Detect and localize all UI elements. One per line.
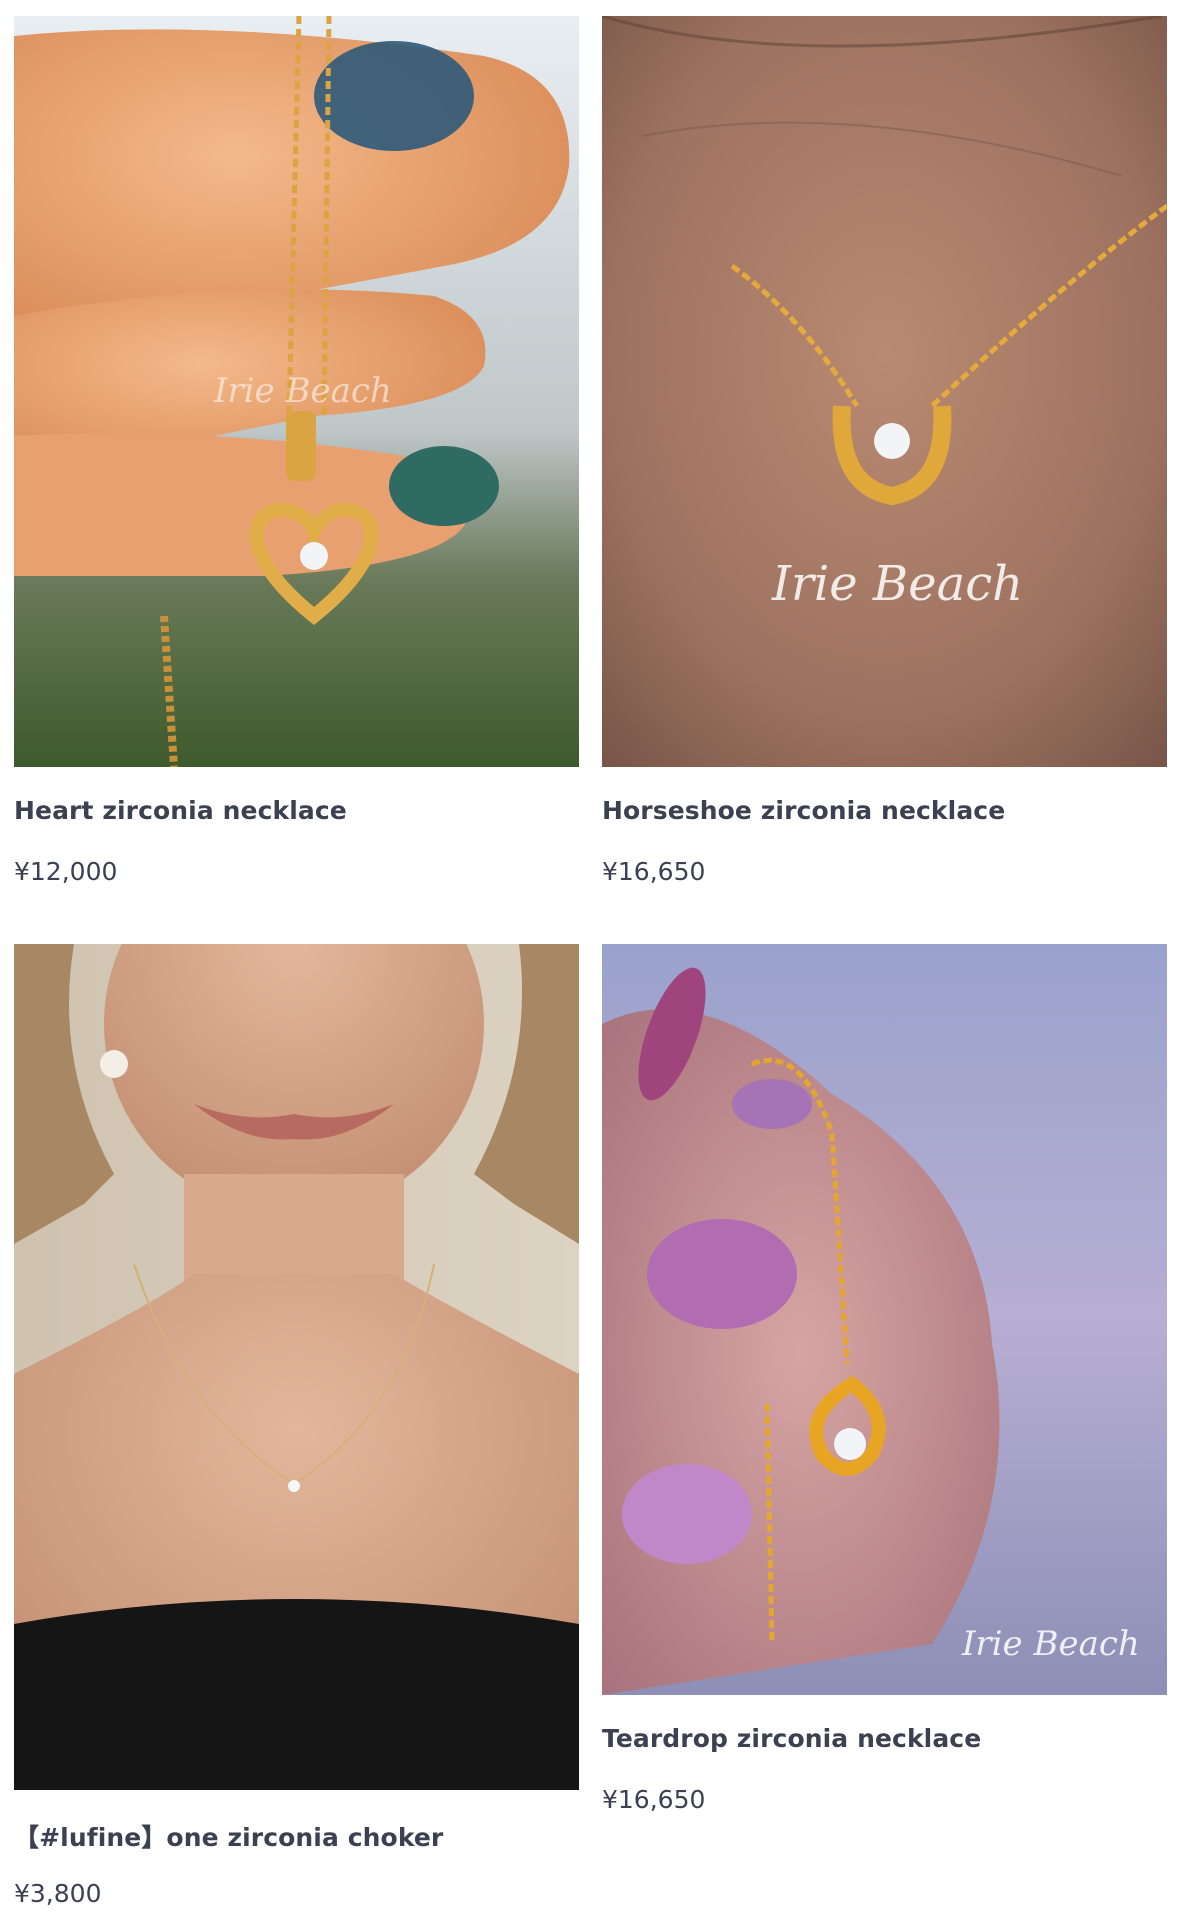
product-price: ¥3,800 xyxy=(14,1879,102,1908)
product-title[interactable]: Horseshoe zirconia necklace xyxy=(602,796,1005,825)
product-price: ¥16,650 xyxy=(602,857,706,886)
product-title[interactable]: 【#lufine】one zirconia choker xyxy=(14,1818,443,1854)
product-price: ¥16,650 xyxy=(602,1785,706,1814)
product-image[interactable] xyxy=(14,944,579,1790)
product-image[interactable]: Irie Beach xyxy=(602,16,1167,767)
watermark-text: Irie Beach xyxy=(962,1624,1140,1664)
watermark-text: Irie Beach xyxy=(214,371,392,411)
product-price: ¥12,000 xyxy=(14,857,118,886)
product-image[interactable]: Irie Beach xyxy=(14,16,579,767)
product-image[interactable]: Irie Beach xyxy=(602,944,1167,1695)
product-title[interactable]: Teardrop zirconia necklace xyxy=(602,1724,981,1753)
product-title[interactable]: Heart zirconia necklace xyxy=(14,796,347,825)
watermark-text: Irie Beach xyxy=(772,556,1024,612)
